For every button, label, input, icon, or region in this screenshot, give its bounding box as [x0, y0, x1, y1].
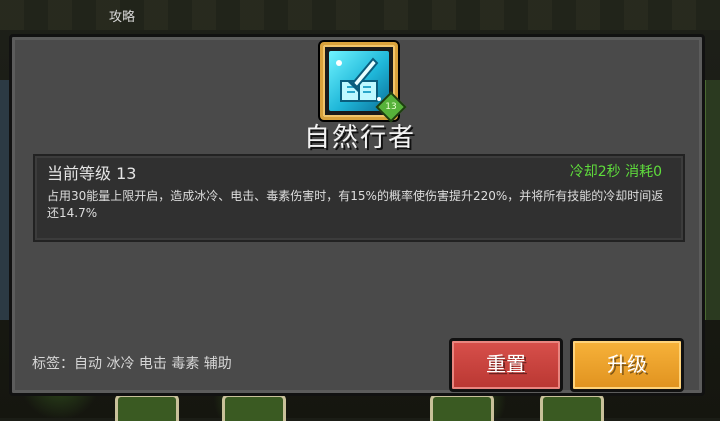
current-level-label: 当前等级 13 [47, 164, 137, 183]
cooldown-cost-label: 冷却2秒 消耗0 [569, 164, 662, 180]
background-skill-slot [540, 394, 604, 421]
background-skill-slot [115, 394, 179, 421]
background-right-tab [704, 80, 720, 320]
guide-label[interactable]: 攻略 [109, 6, 135, 25]
skill-tags: 标签：自动 冰冷 电击 毒素 辅助 [32, 356, 232, 372]
background-skill-slot [222, 394, 286, 421]
upgrade-button[interactable]: 升级 [570, 338, 684, 392]
background-skill-slot [430, 394, 494, 421]
reset-button[interactable]: 重置 [449, 338, 563, 392]
skill-name: 自然行者 [303, 123, 416, 153]
level-badge-text: 13 [385, 102, 397, 112]
background-top-strip [0, 0, 720, 30]
skill-description: 占用30能量上限开启，造成冰冷、电击、毒素伤害时，有15%的概率使伤害提升220… [47, 189, 664, 220]
